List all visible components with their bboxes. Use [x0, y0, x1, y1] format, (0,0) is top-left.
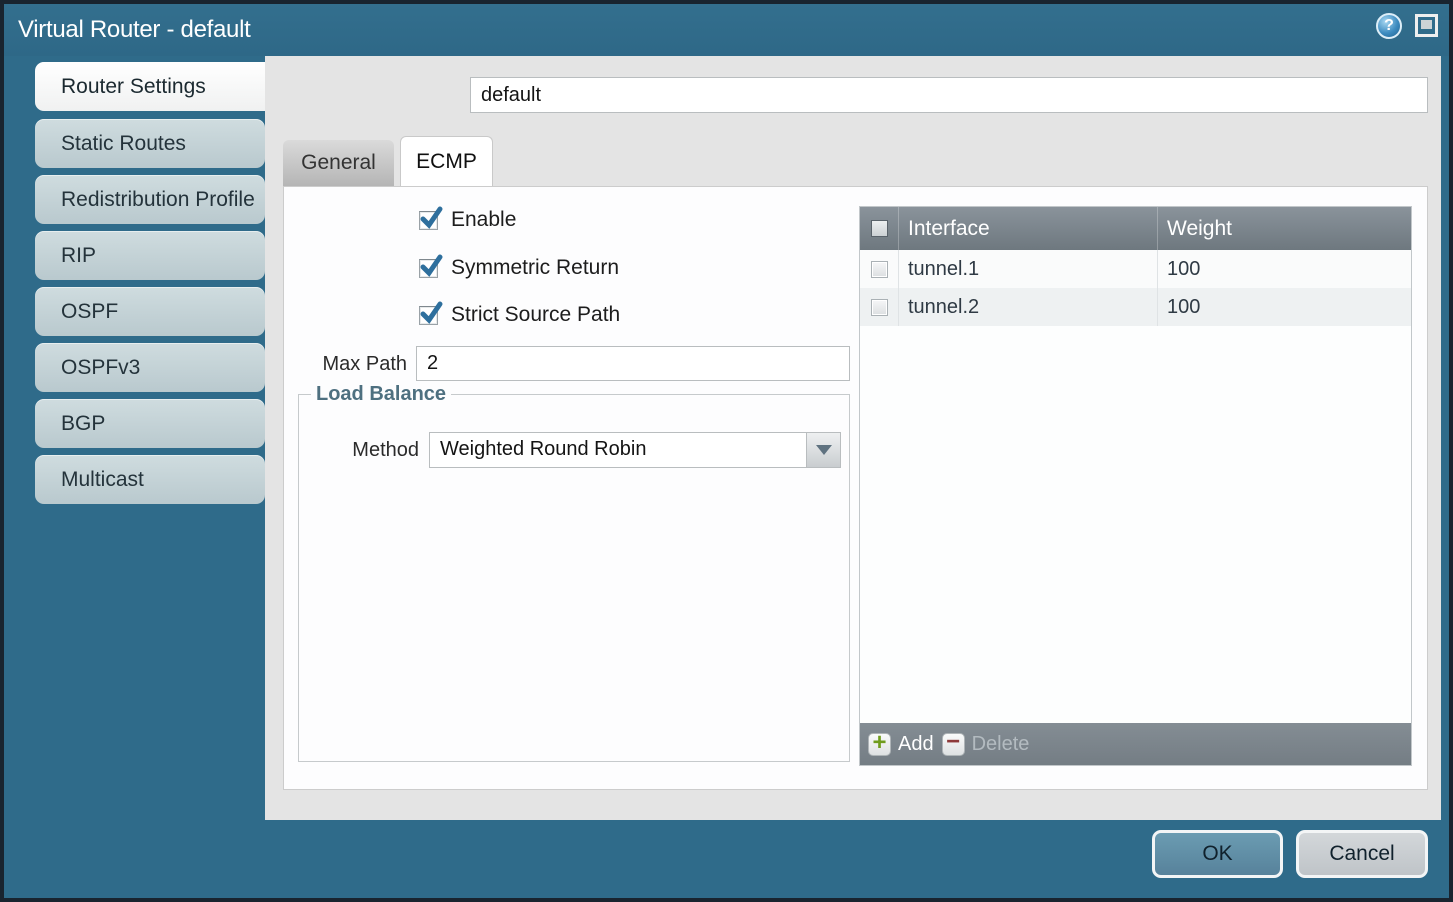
weight-cell[interactable]: 100 — [1157, 250, 1411, 288]
interface-cell[interactable]: tunnel.2 — [898, 288, 1157, 326]
checkmark-icon — [421, 254, 443, 280]
method-value: Weighted Round Robin — [430, 433, 806, 467]
dialog-title: Virtual Router - default — [18, 16, 250, 44]
strict-source-path-checkbox-row: Strict Source Path — [419, 303, 620, 327]
add-label: Add — [898, 733, 934, 756]
help-icon[interactable]: ? — [1376, 13, 1402, 39]
select-all-checkbox[interactable] — [871, 220, 888, 237]
row-checkbox[interactable] — [871, 299, 888, 316]
add-button[interactable]: + Add — [868, 733, 934, 756]
weight-column-header[interactable]: Weight — [1157, 207, 1411, 250]
weight-cell[interactable]: 100 — [1157, 288, 1411, 326]
max-path-label: Max Path — [302, 353, 407, 376]
sidebar-item-bgp[interactable]: BGP — [35, 399, 265, 448]
checkmark-icon — [421, 206, 443, 232]
title-bar: Virtual Router - default ? — [4, 4, 1449, 56]
delete-button[interactable]: − Delete — [942, 733, 1030, 756]
checkmark-icon — [421, 301, 443, 327]
tab-ecmp[interactable]: ECMP — [400, 136, 493, 186]
row-checkbox[interactable] — [871, 261, 888, 278]
ok-button[interactable]: OK — [1152, 830, 1283, 878]
interface-column-header[interactable]: Interface — [898, 207, 1157, 250]
enable-checkbox-row: Enable — [419, 208, 516, 232]
delete-label: Delete — [972, 733, 1030, 756]
sidebar-item-ospfv3[interactable]: OSPFv3 — [35, 343, 265, 392]
max-path-input[interactable] — [416, 346, 850, 381]
restore-window-icon[interactable] — [1415, 14, 1438, 37]
symmetric-return-checkbox-row: Symmetric Return — [419, 256, 619, 280]
table-header: Interface Weight — [860, 207, 1411, 250]
row-checkbox-cell — [860, 288, 898, 326]
content-area: Name General ECMP Enable Symm — [265, 56, 1441, 820]
enable-checkbox[interactable] — [419, 211, 438, 230]
enable-label: Enable — [451, 208, 516, 232]
sidebar: Router Settings Static Routes Redistribu… — [4, 56, 265, 820]
sidebar-item-multicast[interactable]: Multicast — [35, 455, 265, 504]
load-balance-group: Load Balance Method Weighted Round Robin — [298, 394, 850, 762]
strict-source-path-label: Strict Source Path — [451, 303, 620, 327]
table-row[interactable]: tunnel.2 100 — [860, 288, 1411, 326]
table-toolbar: + Add − Delete — [860, 723, 1411, 765]
minus-icon: − — [942, 733, 965, 756]
header-checkbox-cell — [860, 207, 898, 250]
sidebar-item-router-settings[interactable]: Router Settings — [35, 62, 265, 111]
load-balance-legend: Load Balance — [311, 383, 451, 406]
interface-table: Interface Weight tunnel.1 100 tunnel.2 1… — [859, 206, 1412, 766]
symmetric-return-checkbox[interactable] — [419, 259, 438, 278]
method-label: Method — [319, 439, 419, 462]
interface-cell[interactable]: tunnel.1 — [898, 250, 1157, 288]
sidebar-item-rip[interactable]: RIP — [35, 231, 265, 280]
symmetric-return-label: Symmetric Return — [451, 256, 619, 280]
sidebar-item-static-routes[interactable]: Static Routes — [35, 119, 265, 168]
method-dropdown[interactable]: Weighted Round Robin — [429, 432, 841, 468]
virtual-router-dialog: Virtual Router - default ? Router Settin… — [0, 0, 1453, 902]
cancel-button[interactable]: Cancel — [1296, 830, 1428, 878]
restore-window-glyph — [1421, 20, 1432, 29]
strict-source-path-checkbox[interactable] — [419, 306, 438, 325]
table-empty-area — [860, 326, 1411, 723]
table-row[interactable]: tunnel.1 100 — [860, 250, 1411, 288]
tab-general[interactable]: General — [283, 140, 394, 186]
ecmp-panel: Enable Symmetric Return Strict Source Pa… — [283, 186, 1428, 790]
name-input[interactable] — [470, 77, 1428, 113]
sidebar-item-redistribution-profile[interactable]: Redistribution Profile — [35, 175, 265, 224]
dropdown-button[interactable] — [806, 433, 840, 467]
row-checkbox-cell — [860, 250, 898, 288]
sidebar-item-ospf[interactable]: OSPF — [35, 287, 265, 336]
plus-icon: + — [868, 733, 891, 756]
chevron-down-icon — [816, 445, 832, 455]
